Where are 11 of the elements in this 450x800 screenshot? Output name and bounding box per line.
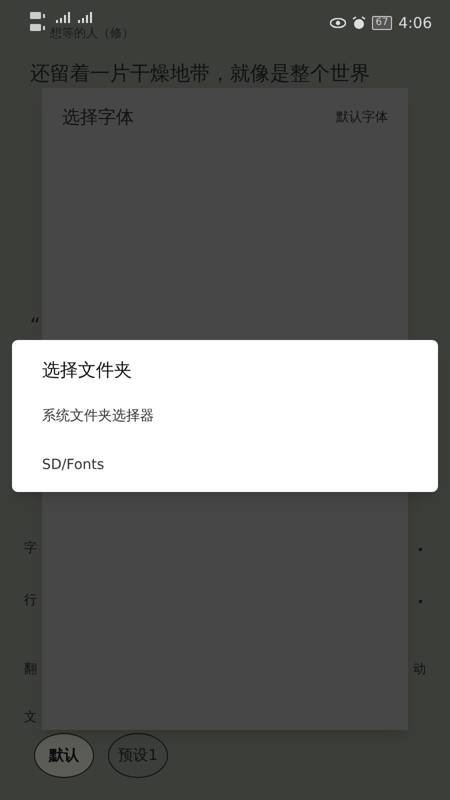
slider-end — [419, 548, 422, 550]
dialog-title: 选择文件夹 — [42, 359, 133, 383]
folder-option[interactable]: SD/Fonts — [42, 441, 408, 490]
clock: 4:06 — [398, 13, 432, 34]
slider-end — [419, 600, 422, 602]
eye-icon — [330, 18, 346, 28]
folder-option[interactable]: 系统文件夹选择器 — [42, 392, 408, 441]
reader-text: “ — [30, 312, 40, 339]
alarm-icon — [352, 16, 366, 30]
battery-icon: 67 — [372, 16, 392, 30]
preset-button[interactable]: 默认 — [34, 733, 94, 778]
